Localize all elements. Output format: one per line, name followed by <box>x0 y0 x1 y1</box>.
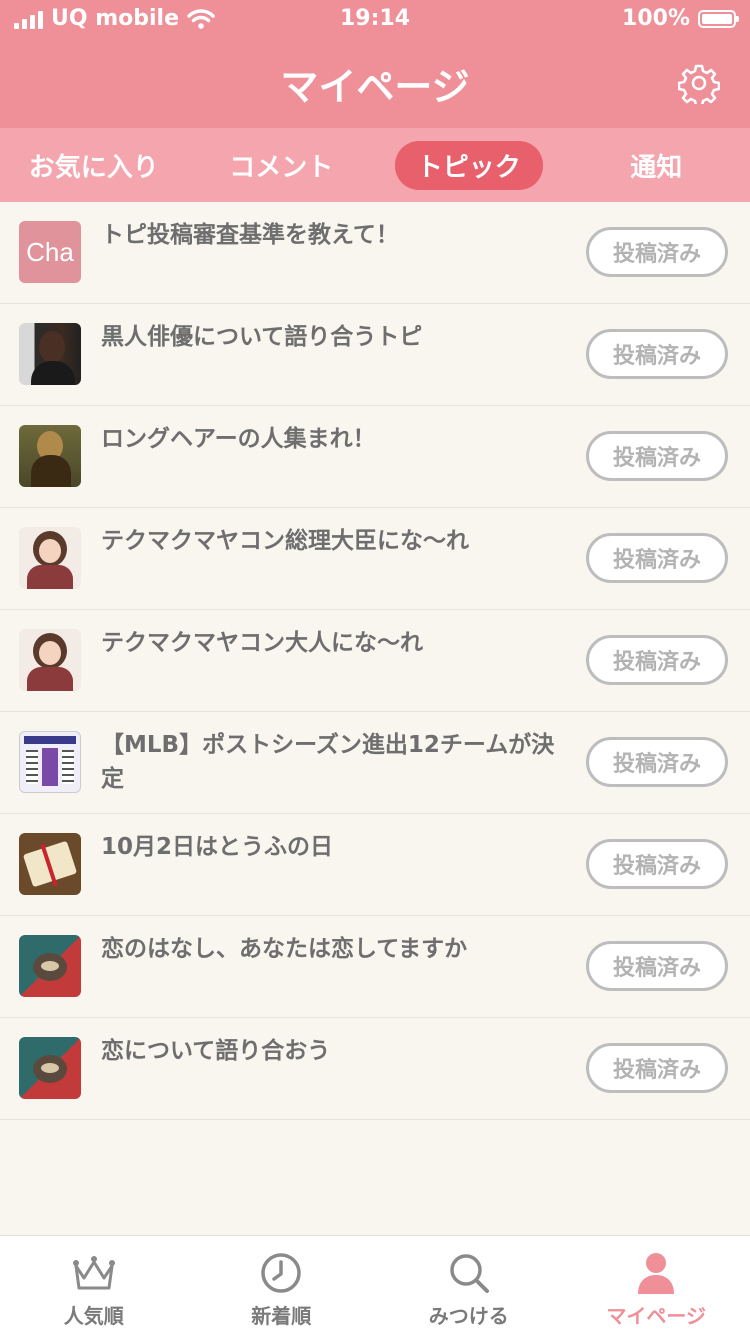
tab-comments-label: コメント <box>207 141 355 190</box>
nav-popular[interactable]: 人気順 <box>0 1236 188 1335</box>
tab-bar: お気に入り コメント トピック 通知 <box>0 128 750 202</box>
topic-title: テクマクマヤコン大人にな〜れ <box>101 626 561 660</box>
thumbnail <box>19 629 81 691</box>
nav-discover-label: みつける <box>429 1300 509 1329</box>
posted-button[interactable]: 投稿済み <box>586 227 728 277</box>
thumbnail <box>19 833 81 895</box>
topic-title: ロングヘアーの人集まれ！ <box>101 422 561 456</box>
battery-label: 100% <box>622 6 690 31</box>
person-icon <box>633 1250 679 1296</box>
search-icon <box>446 1250 492 1296</box>
tab-topics-label: トピック <box>395 141 543 190</box>
gear-icon[interactable] <box>678 62 720 104</box>
posted-button[interactable]: 投稿済み <box>586 329 728 379</box>
topic-title: テクマクマヤコン総理大臣にな〜れ <box>101 524 561 558</box>
topic-title: 恋のはなし、あなたは恋してますか <box>101 932 561 966</box>
tab-notifications[interactable]: 通知 <box>563 128 750 202</box>
nav-popular-label: 人気順 <box>64 1300 124 1329</box>
list-item[interactable]: 10月2日はとうふの日 投稿済み <box>0 814 750 916</box>
list-item[interactable]: ロングヘアーの人集まれ！ 投稿済み <box>0 406 750 508</box>
list-item[interactable]: テクマクマヤコン総理大臣にな〜れ 投稿済み <box>0 508 750 610</box>
tab-favorites[interactable]: お気に入り <box>0 128 188 202</box>
battery-icon <box>698 10 736 28</box>
posted-button[interactable]: 投稿済み <box>586 737 728 787</box>
topic-title: 10月2日はとうふの日 <box>101 830 561 864</box>
header: UQ mobile 19:14 100% マイページ <box>0 0 750 128</box>
page-title: マイページ <box>0 56 750 111</box>
list-item[interactable]: 【MLB】ポストシーズン進出12チームが決定 投稿済み <box>0 712 750 814</box>
nav-discover[interactable]: みつける <box>375 1236 563 1335</box>
posted-button[interactable]: 投稿済み <box>586 941 728 991</box>
topic-title: 恋について語り合おう <box>101 1034 561 1068</box>
nav-mypage-label: マイページ <box>606 1300 706 1329</box>
thumbnail-text: Cha <box>26 237 74 268</box>
posted-button[interactable]: 投稿済み <box>586 431 728 481</box>
list-item[interactable]: テクマクマヤコン大人にな〜れ 投稿済み <box>0 610 750 712</box>
status-bar: UQ mobile 19:14 100% <box>0 0 750 40</box>
tab-topics[interactable]: トピック <box>375 128 563 202</box>
tab-comments[interactable]: コメント <box>188 128 376 202</box>
posted-button[interactable]: 投稿済み <box>586 839 728 889</box>
list-item[interactable]: Cha トピ投稿審査基準を教えて！ 投稿済み <box>0 202 750 304</box>
thumbnail: Cha <box>19 221 81 283</box>
nav-newest[interactable]: 新着順 <box>188 1236 376 1335</box>
clock-icon <box>258 1250 304 1296</box>
topic-title: トピ投稿審査基準を教えて！ <box>101 218 561 252</box>
thumbnail <box>19 935 81 997</box>
thumbnail <box>19 527 81 589</box>
list-item[interactable]: 黒人俳優について語り合うトピ 投稿済み <box>0 304 750 406</box>
topic-title: 黒人俳優について語り合うトピ <box>101 320 561 354</box>
posted-button[interactable]: 投稿済み <box>586 635 728 685</box>
list-item[interactable]: 恋について語り合おう 投稿済み <box>0 1018 750 1120</box>
thumbnail <box>19 731 81 793</box>
status-right: 100% <box>622 6 736 31</box>
topic-title: 【MLB】ポストシーズン進出12チームが決定 <box>101 728 561 796</box>
nav-mypage[interactable]: マイページ <box>563 1236 750 1335</box>
crown-icon <box>71 1250 117 1296</box>
topic-list: Cha トピ投稿審査基準を教えて！ 投稿済み 黒人俳優について語り合うトピ 投稿… <box>0 202 750 1120</box>
posted-button[interactable]: 投稿済み <box>586 533 728 583</box>
thumbnail <box>19 323 81 385</box>
posted-button[interactable]: 投稿済み <box>586 1043 728 1093</box>
bottom-nav: 人気順 新着順 みつける マイページ <box>0 1235 750 1335</box>
nav-newest-label: 新着順 <box>251 1300 311 1329</box>
list-item[interactable]: 恋のはなし、あなたは恋してますか 投稿済み <box>0 916 750 1018</box>
tab-favorites-label: お気に入り <box>7 141 181 190</box>
tab-notifications-label: 通知 <box>608 141 704 190</box>
thumbnail <box>19 425 81 487</box>
thumbnail <box>19 1037 81 1099</box>
